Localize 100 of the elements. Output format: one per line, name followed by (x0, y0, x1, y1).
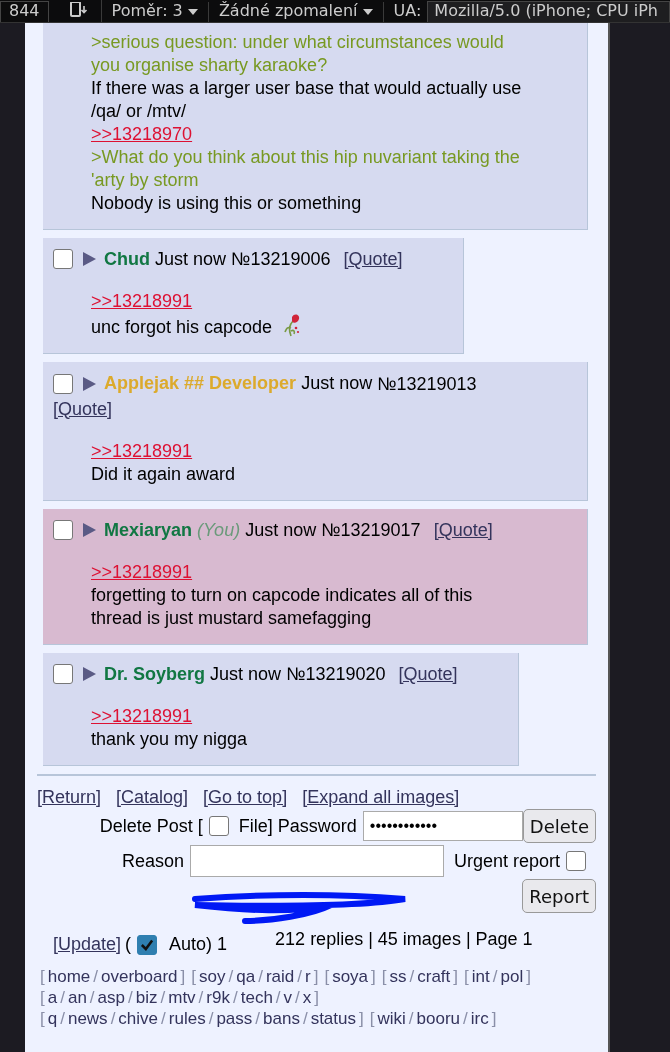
separator: / (160, 988, 166, 1008)
update-link[interactable]: [Update] (53, 933, 122, 957)
board-link[interactable]: irc (470, 1009, 489, 1029)
board-link[interactable]: int (471, 967, 490, 987)
ratio-dropdown[interactable]: Poměr: 3 (101, 2, 209, 22)
board-link[interactable]: ss (389, 967, 407, 987)
board-link[interactable]: soya (332, 967, 369, 987)
separator: / (232, 988, 238, 1008)
password-field[interactable]: •••••••••••• (362, 811, 523, 842)
width-field[interactable]: 844 (0, 1, 49, 22)
reason-field[interactable] (189, 845, 444, 878)
post-checkbox[interactable] (53, 520, 73, 540)
board-link[interactable]: overboard (101, 967, 178, 987)
bracket: ] (491, 1009, 497, 1029)
file-only-checkbox[interactable] (208, 816, 229, 837)
expand-triangle-icon[interactable] (82, 251, 97, 268)
quote-link[interactable]: [Quote] (343, 249, 403, 270)
board-link[interactable]: status (310, 1009, 356, 1029)
delete-button[interactable]: Delete (522, 809, 596, 844)
board-link[interactable]: news (67, 1009, 108, 1029)
board-link[interactable]: qa (236, 967, 256, 987)
thread-nav-link[interactable]: [Return] (37, 786, 102, 810)
reason-label: Reason (121, 849, 184, 873)
board-link[interactable]: a (47, 988, 58, 1008)
post-number[interactable]: №13219013 (377, 373, 477, 394)
expand-triangle-icon[interactable] (82, 375, 97, 392)
board-link[interactable]: craft (417, 967, 451, 987)
separator: / (408, 1009, 414, 1029)
post-time: Just now (155, 249, 227, 270)
quote-link[interactable]: [Quote] (398, 664, 458, 685)
board-link[interactable]: mtv (168, 988, 196, 1008)
throttling-dropdown[interactable]: Žádné zpomalení (208, 2, 384, 22)
post-checkbox[interactable] (53, 373, 73, 394)
bracket: ] (359, 1009, 364, 1029)
bracket: ] (371, 967, 376, 987)
board-link[interactable]: biz (135, 988, 158, 1008)
bracket: [ (324, 967, 330, 987)
board-link[interactable]: soy (199, 967, 226, 987)
urgent-report-label: Urgent report (453, 849, 560, 873)
separator: / (198, 988, 204, 1008)
board-link[interactable]: wiki (377, 1009, 406, 1029)
post-number[interactable]: №13219017 (321, 520, 421, 540)
poster-name: Mexiaryan (104, 520, 193, 540)
quote-link[interactable]: [Quote] (433, 520, 493, 540)
board-link[interactable]: q (47, 1009, 58, 1029)
board-link[interactable]: chive (118, 1009, 159, 1029)
poster-name: Applejak ## Developer (104, 373, 297, 394)
separator: / (275, 988, 281, 1008)
separator: / (93, 967, 98, 987)
board-link[interactable]: pol (500, 967, 524, 987)
board-link[interactable]: pass (216, 1009, 253, 1029)
bracket: [ (40, 1009, 45, 1029)
ua-label: UA: (392, 2, 423, 22)
post-text: Nobody is using this or something (91, 193, 362, 213)
post-text: unc forgot his capcode (91, 317, 273, 338)
separator: / (89, 988, 95, 1008)
separator: / (258, 967, 263, 987)
post-checkbox[interactable] (53, 664, 73, 685)
expand-triangle-icon[interactable] (82, 666, 97, 683)
post-number[interactable]: №13219020 (286, 664, 386, 685)
board-link[interactable]: r9k (206, 988, 230, 1008)
quote-link[interactable]: >>13218991 (91, 706, 193, 727)
post-checkbox[interactable] (53, 249, 73, 270)
separator: / (409, 967, 415, 987)
quote-link[interactable]: >>13218991 (91, 291, 193, 312)
thread-nav-link[interactable]: [Catalog] (116, 786, 189, 810)
board-link[interactable]: bans (263, 1009, 300, 1029)
post-number[interactable]: №13219006 (231, 249, 331, 270)
bracket: [ (191, 967, 197, 987)
board-link[interactable]: v (283, 988, 293, 1008)
board-link[interactable]: rules (168, 1009, 206, 1029)
thread-nav-link[interactable]: [Expand all images] (302, 786, 460, 810)
board-link[interactable]: raid (265, 967, 295, 987)
you-marker: (You) (197, 520, 241, 540)
quote-link[interactable]: >>13218970 (91, 124, 193, 144)
bracket: ] (314, 988, 320, 1008)
board-link[interactable]: booru (416, 1009, 461, 1029)
separator: / (302, 1009, 308, 1029)
post-text: forgetting to turn on capcode indicates all of this thread is just mustard samefagging (91, 585, 473, 628)
greentext-line: >What do you think about this hip nuvariant taking the 'arty by storm (91, 147, 520, 190)
expand-triangle-icon[interactable] (82, 522, 97, 538)
quote-link[interactable]: [Quote] (53, 398, 113, 419)
user-agent-field[interactable]: Mozilla/5.0 (iPhone; CPU iPh (427, 1, 670, 22)
bracket: [ (40, 988, 45, 1008)
separator: / (128, 988, 133, 1008)
board-link[interactable]: an (67, 988, 87, 1008)
report-button[interactable]: Report (522, 879, 596, 914)
urgent-report-checkbox[interactable] (566, 851, 586, 872)
post-time: Just now (245, 520, 317, 540)
board-link[interactable]: r (305, 967, 311, 987)
bracket: ] (180, 967, 186, 987)
poster-name: Dr. Soyberg (104, 664, 206, 685)
separator: / (60, 988, 65, 1008)
board-link[interactable]: tech (240, 988, 273, 1008)
board-link[interactable]: x (302, 988, 312, 1008)
auto-update-checkbox[interactable] (137, 934, 158, 955)
board-link[interactable]: asp (97, 988, 125, 1008)
thread-nav-link[interactable]: [Go to top] (203, 786, 288, 810)
board-link[interactable]: home (47, 967, 91, 987)
quote-link[interactable]: >>13218991 (91, 440, 193, 461)
